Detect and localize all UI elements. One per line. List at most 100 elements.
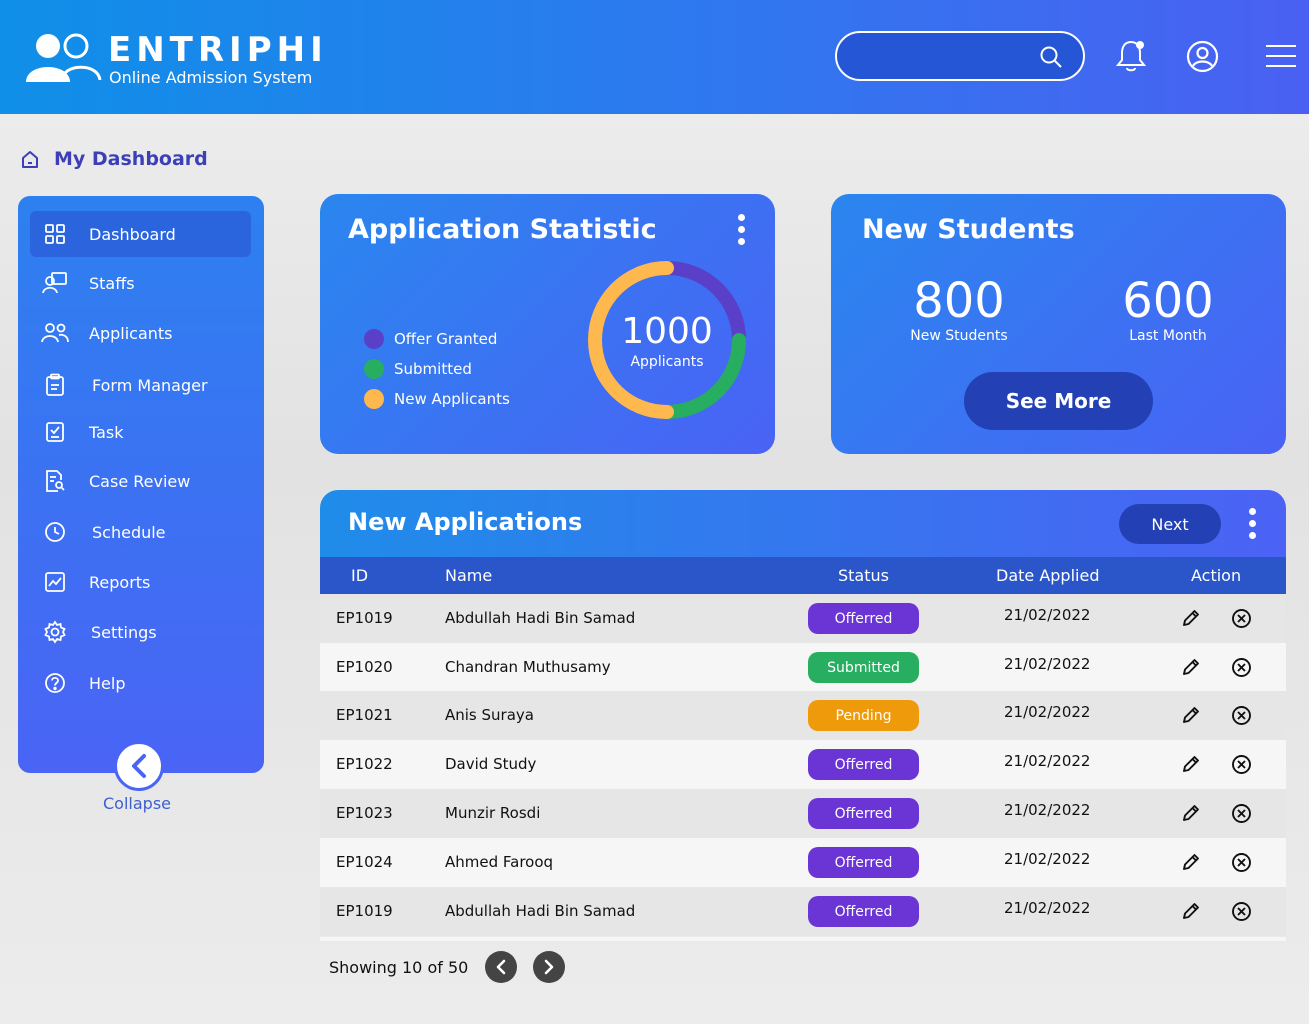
next-button[interactable]: Next [1119, 504, 1221, 544]
sidebar-item-dashboard[interactable]: Dashboard [30, 211, 251, 257]
applicant-name: Chandran Muthusamy [445, 658, 611, 676]
previous-page-button[interactable] [485, 951, 517, 983]
user-profile-icon[interactable] [1186, 40, 1219, 73]
clock-icon [45, 522, 65, 542]
search-input[interactable] [835, 31, 1085, 81]
date-applied: 21/02/2022 [1004, 752, 1091, 770]
column-header-action: Action [1191, 566, 1242, 585]
sidebar-item-label: Task [89, 422, 124, 442]
table-row[interactable]: EP1024 Ahmed Farooq Offerred 21/02/2022 [320, 838, 1286, 887]
collapse-label[interactable]: Collapse [103, 794, 171, 813]
staff-icon [42, 272, 67, 294]
sidebar-item-label: Staffs [89, 273, 135, 293]
column-header-date[interactable]: Date Applied [996, 566, 1099, 585]
sidebar-item-label: Settings [91, 622, 157, 642]
status-badge: Submitted [808, 652, 919, 683]
more-options-icon[interactable] [1249, 508, 1257, 539]
column-header-id[interactable]: ID [351, 566, 368, 585]
application-statistic-card: Application Statistic Offer Granted Subm… [320, 194, 775, 454]
legend-label: New Applicants [394, 390, 510, 408]
more-options-icon[interactable] [738, 214, 746, 245]
sidebar-item-task[interactable]: Task [30, 409, 251, 455]
application-id: EP1020 [336, 658, 393, 676]
sidebar-item-settings[interactable]: Settings [30, 609, 251, 655]
delete-x-circle-icon[interactable] [1231, 901, 1252, 922]
status-badge: Offerred [808, 603, 919, 634]
delete-x-circle-icon[interactable] [1231, 754, 1252, 775]
edit-pencil-icon[interactable] [1181, 608, 1201, 628]
table-row[interactable]: EP1019 Abdullah Hadi Bin Samad Offerred 21/… [320, 594, 1286, 643]
sidebar-item-staffs[interactable]: Staffs [30, 260, 251, 306]
sidebar-item-schedule[interactable]: Schedule [30, 509, 251, 555]
status-badge: Offerred [808, 896, 919, 927]
date-applied: 21/02/2022 [1004, 655, 1091, 673]
donut-center: 1000 Applicants [585, 312, 749, 371]
date-applied: 21/02/2022 [1004, 606, 1091, 624]
sidebar-item-case-review[interactable]: Case Review [30, 458, 251, 504]
delete-x-circle-icon[interactable] [1231, 852, 1252, 873]
hamburger-menu-icon[interactable] [1265, 44, 1297, 70]
sidebar-item-help[interactable]: Help [30, 660, 251, 706]
total-applicants-label: Applicants [630, 354, 704, 370]
edit-pencil-icon[interactable] [1181, 803, 1201, 823]
task-check-icon [46, 422, 64, 442]
card-title: New Students [862, 214, 1075, 245]
clipboard-icon [46, 373, 64, 396]
last-month-stat: 600 Last Month [1093, 274, 1243, 344]
delete-x-circle-icon[interactable] [1231, 608, 1252, 629]
table-row[interactable]: EP1022 David Study Offerred 21/02/2022 [320, 740, 1286, 789]
table-row[interactable]: EP1023 Munzir Rosdi Offerred 21/02/2022 [320, 789, 1286, 838]
last-month-label: Last Month [1129, 328, 1207, 344]
sidebar-item-applicants[interactable]: Applicants [30, 310, 251, 356]
home-icon [22, 151, 38, 168]
chart-legend: Offer Granted Submitted New Applicants [364, 324, 510, 414]
legend-label: Submitted [394, 360, 472, 378]
edit-pencil-icon[interactable] [1181, 705, 1201, 725]
sidebar-item-reports[interactable]: Reports [30, 559, 251, 605]
brand-logo[interactable]: ENTRIPHI Online Admission System [26, 30, 326, 88]
sidebar-item-label: Reports [89, 572, 151, 592]
breadcrumb[interactable]: My Dashboard [20, 146, 208, 172]
table-row[interactable]: EP1019 Abdullah Hadi Bin Samad Offerred 21/… [320, 887, 1286, 936]
chevron-right-icon [544, 959, 554, 975]
application-id: EP1019 [336, 609, 393, 627]
applicant-name: Munzir Rosdi [445, 804, 541, 822]
notification-bell-icon[interactable] [1115, 38, 1147, 74]
legend-item: New Applicants [364, 384, 510, 414]
last-month-value: 600 [1122, 273, 1214, 329]
delete-x-circle-icon[interactable] [1231, 803, 1252, 824]
collapse-button[interactable] [114, 741, 164, 791]
delete-x-circle-icon[interactable] [1231, 705, 1252, 726]
edit-pencil-icon[interactable] [1181, 901, 1201, 921]
application-id: EP1021 [336, 706, 393, 724]
edit-pencil-icon[interactable] [1181, 852, 1201, 872]
delete-x-circle-icon[interactable] [1231, 657, 1252, 678]
column-header-status[interactable]: Status [838, 566, 889, 585]
table-row[interactable]: EP1020 Chandran Muthusamy Submitted 21/02/2… [320, 643, 1286, 692]
sidebar: Dashboard Staffs Applicants Form Manager… [18, 196, 264, 773]
table-header-bar: New Applications Next [320, 490, 1286, 557]
sidebar-item-form-manager[interactable]: Form Manager [30, 362, 251, 408]
next-page-button[interactable] [533, 951, 565, 983]
column-header-name[interactable]: Name [445, 566, 492, 585]
chart-icon [45, 572, 65, 592]
card-title: Application Statistic [348, 214, 657, 245]
search-icon[interactable] [1039, 45, 1063, 69]
edit-pencil-icon[interactable] [1181, 657, 1201, 677]
gear-icon [44, 620, 66, 644]
applicant-name: David Study [445, 755, 537, 773]
status-badge: Offerred [808, 847, 919, 878]
legend-dot [364, 359, 384, 379]
table-row[interactable]: EP1021 Anis Suraya Pending 21/02/2022 [320, 691, 1286, 740]
edit-pencil-icon[interactable] [1181, 754, 1201, 774]
date-applied: 21/02/2022 [1004, 899, 1091, 917]
page-title: My Dashboard [54, 148, 208, 170]
sidebar-item-label: Help [89, 673, 126, 693]
status-badge: Offerred [808, 749, 919, 780]
table-bottom-edge [320, 937, 1286, 941]
legend-label: Offer Granted [394, 330, 498, 348]
app-header: ENTRIPHI Online Admission System [0, 0, 1309, 114]
grid-icon [45, 224, 65, 244]
legend-item: Offer Granted [364, 324, 510, 354]
see-more-button[interactable]: See More [964, 372, 1153, 430]
